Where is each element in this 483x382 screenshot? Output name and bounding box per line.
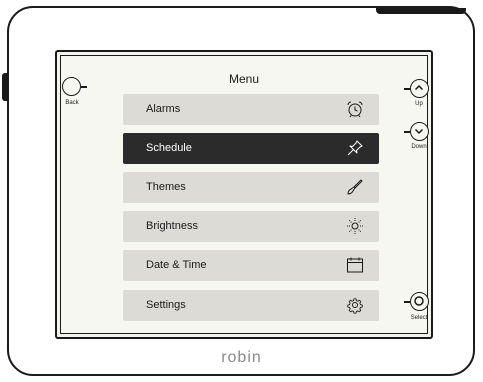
menu-item-label: Alarms (146, 103, 181, 115)
menu-item-themes[interactable]: Themes (123, 172, 379, 203)
down-label: Down (411, 144, 427, 150)
menu-item-label: Schedule (146, 142, 192, 154)
up-label: Up (415, 101, 423, 107)
menu-item-settings[interactable]: Settings (123, 290, 379, 321)
select-button[interactable] (404, 292, 429, 311)
display-screen: Menu Alarms Schedule Themes Brightness D… (55, 50, 433, 339)
chevron-up-icon (414, 84, 424, 91)
menu-item-label: Themes (146, 181, 186, 193)
calendar-icon (347, 257, 363, 273)
menu-item-alarms[interactable]: Alarms (123, 94, 379, 125)
top-bezel-tab (376, 8, 466, 14)
circle-icon (414, 296, 424, 306)
paintbrush-icon (347, 179, 363, 195)
down-button[interactable] (404, 122, 429, 141)
menu-item-brightness[interactable]: Brightness (123, 211, 379, 242)
menu-item-schedule[interactable]: Schedule (123, 133, 379, 164)
menu-item-date-time[interactable]: Date & Time (123, 250, 379, 281)
back-button[interactable] (62, 77, 87, 96)
select-label: Select (410, 315, 428, 321)
left-bezel-tab (2, 73, 7, 101)
alarm-clock-icon (347, 101, 363, 118)
screen-inner: Menu Alarms Schedule Themes Brightness D… (60, 55, 428, 334)
gear-icon (347, 298, 363, 314)
sun-icon (347, 218, 363, 234)
menu-item-label: Date & Time (146, 259, 207, 271)
back-label: Back (65, 100, 79, 106)
menu-item-label: Brightness (146, 220, 198, 232)
pushpin-icon (347, 140, 363, 156)
menu-item-label: Settings (146, 299, 186, 311)
chevron-down-icon (414, 128, 424, 135)
menu-title: Menu (228, 72, 260, 86)
up-button[interactable] (404, 79, 429, 98)
brand-logo: robin (221, 349, 262, 366)
